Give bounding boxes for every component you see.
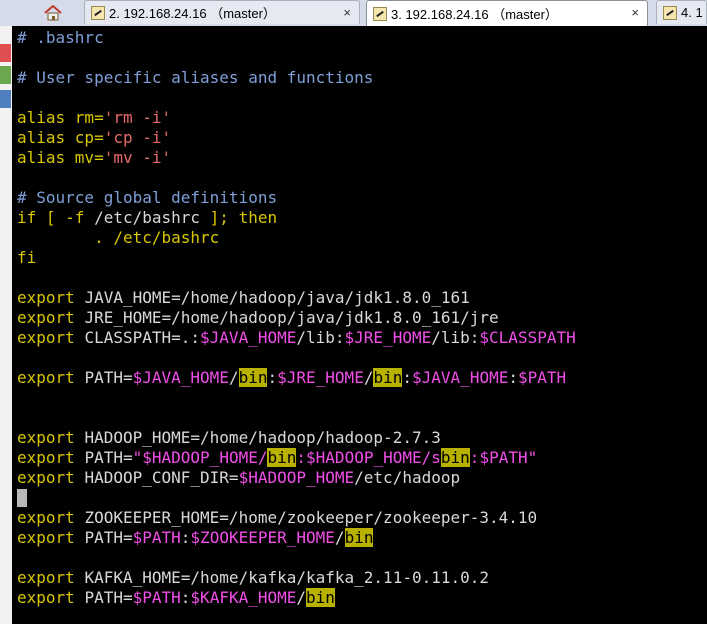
tab-session-3[interactable]: 3. 192.168.24.16 （master） × xyxy=(366,0,648,26)
terminal-line: export CLASSPATH=.:$JAVA_HOME/lib:$JRE_H… xyxy=(17,328,576,347)
terminal-line: export KAFKA_HOME=/home/kafka/kafka_2.11… xyxy=(17,568,490,587)
tab-label: 3. 192.168.24.16 （master） xyxy=(391,7,558,22)
tab-session-2[interactable]: 2. 192.168.24.16 （master） × xyxy=(84,0,360,24)
sidebar-marker-icon[interactable] xyxy=(0,66,11,84)
terminal-line: . /etc/bashrc xyxy=(17,228,220,247)
terminal-line: alias cp='cp -i' xyxy=(17,128,172,147)
terminal-line: export HADOOP_CONF_DIR=$HADOOP_HOME/etc/… xyxy=(17,468,461,487)
session-tab-bar: 2. 192.168.24.16 （master） × 3. 192.168.2… xyxy=(0,0,707,27)
terminal-line: if [ -f /etc/bashrc ]; then xyxy=(17,208,278,227)
terminal-line: export HADOOP_HOME=/home/hadoop/hadoop-2… xyxy=(17,428,441,447)
terminal-line: # .bashrc xyxy=(17,28,104,47)
tab-label: 2. 192.168.24.16 （master） xyxy=(109,6,276,21)
terminal-line: export PATH="$HADOOP_HOME/bin:$HADOOP_HO… xyxy=(17,448,538,467)
terminal-line: export PATH=$PATH:$KAFKA_HOME/bin xyxy=(17,588,335,607)
terminal-line: # Source global definitions xyxy=(17,188,278,207)
terminal-session-icon xyxy=(91,5,105,20)
terminal-line: export PATH=$PATH:$ZOOKEEPER_HOME/bin xyxy=(17,528,374,547)
terminal-line: export JAVA_HOME=/home/hadoop/java/jdk1.… xyxy=(17,288,470,307)
terminal-line: fi xyxy=(17,248,37,267)
home-tab[interactable] xyxy=(34,0,72,25)
close-icon[interactable]: × xyxy=(343,5,351,20)
close-icon[interactable]: × xyxy=(631,5,639,20)
home-icon xyxy=(44,4,62,20)
terminal-line: # User specific aliases and functions xyxy=(17,68,374,87)
terminal-line: alias rm='rm -i' xyxy=(17,108,172,127)
tab-label: 4. 1 xyxy=(681,5,703,20)
sidebar-marker-icon[interactable] xyxy=(0,90,11,108)
terminal-output[interactable]: # .bashrc # User specific aliases and fu… xyxy=(12,26,707,624)
text-cursor xyxy=(17,489,27,507)
terminal-line: export PATH=$JAVA_HOME/bin:$JRE_HOME/bin… xyxy=(17,368,567,387)
terminal-session-icon xyxy=(373,6,387,21)
terminal-line: alias mv='mv -i' xyxy=(17,148,172,167)
terminal-line: export JRE_HOME=/home/hadoop/java/jdk1.8… xyxy=(17,308,499,327)
tab-session-4[interactable]: 4. 1 xyxy=(656,0,707,24)
terminal-line: export ZOOKEEPER_HOME=/home/zookeeper/zo… xyxy=(17,508,538,527)
terminal-session-icon xyxy=(663,5,677,20)
sidebar-marker-icon[interactable] xyxy=(0,44,11,62)
